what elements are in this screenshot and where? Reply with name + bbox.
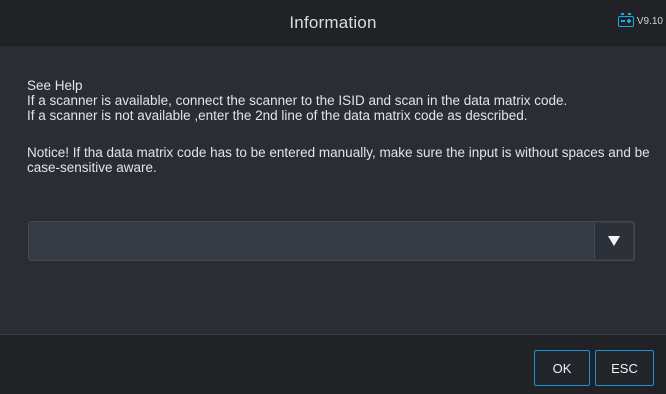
help-heading: See Help xyxy=(27,78,83,93)
data-matrix-select[interactable] xyxy=(28,221,635,261)
version-label: V9.10 xyxy=(636,16,663,27)
title-bar: Information V9.10 xyxy=(0,0,666,46)
dropdown-button[interactable] xyxy=(594,223,633,259)
notice-text: Notice! If tha data matrix code has to b… xyxy=(27,145,650,175)
help-line-2: If a scanner is not available ,enter the… xyxy=(27,108,528,123)
battery-icon xyxy=(617,13,634,27)
esc-button[interactable]: ESC xyxy=(595,350,654,386)
footer-bar: OK ESC xyxy=(0,334,666,394)
triangle-down-icon xyxy=(608,236,620,246)
help-line-1: If a scanner is available, connect the s… xyxy=(27,93,568,108)
status-area: V9.10 xyxy=(617,13,663,27)
help-text: See Help If a scanner is available, conn… xyxy=(27,78,652,175)
page-title: Information xyxy=(289,12,377,32)
ok-button[interactable]: OK xyxy=(534,350,590,386)
